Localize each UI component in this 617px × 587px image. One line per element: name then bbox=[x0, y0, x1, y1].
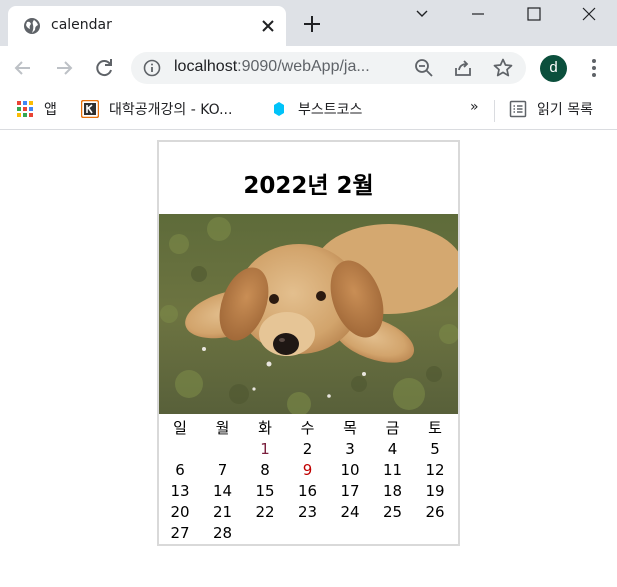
calendar-week-row: 20 21 22 23 24 25 26 bbox=[159, 502, 458, 523]
calendar-day: 21 bbox=[212, 503, 233, 521]
url-host: localhost bbox=[174, 58, 238, 75]
calendar-week-row: 27 28 bbox=[159, 523, 458, 544]
calendar-day: 23 bbox=[297, 503, 318, 521]
calendar-day: 12 bbox=[425, 461, 445, 479]
calendar-day: 20 bbox=[170, 503, 190, 521]
weekday-tue: 화 bbox=[258, 419, 272, 437]
more-menu-icon[interactable] bbox=[584, 56, 604, 80]
weekday-fri: 금 bbox=[385, 419, 400, 437]
tab-strip: calendar bbox=[0, 0, 617, 46]
weekday-wed: 수 bbox=[300, 419, 315, 437]
reading-list-button[interactable]: 읽기 목록 bbox=[509, 98, 609, 120]
calendar-day: 7 bbox=[217, 461, 228, 479]
weekday-header-row: 일 월 화 수 목 금 토 bbox=[159, 418, 458, 439]
calendar-day: 15 bbox=[255, 482, 275, 500]
reload-icon[interactable] bbox=[90, 54, 118, 82]
calendar-week-row: 6 7 8 9 10 11 12 bbox=[159, 460, 458, 481]
close-window-icon[interactable] bbox=[561, 0, 617, 28]
overflow-chevron-icon: » bbox=[470, 99, 479, 115]
calendar-day: 3 bbox=[345, 440, 355, 458]
weekday-sun: 일 bbox=[173, 419, 187, 437]
calendar-grid: 일 월 화 수 목 금 토 1 2 3 4 5 6 7 8 9 10 11 12 13 14 15 16 17 1… bbox=[159, 418, 458, 544]
bookmark-star-icon[interactable] bbox=[492, 57, 514, 79]
bookmark-boostcourse[interactable]: 부스트코스 bbox=[270, 98, 380, 120]
profile-avatar[interactable]: d bbox=[540, 55, 567, 82]
bookmark-label: 대학공개강의 - KO... bbox=[109, 102, 233, 118]
globe-icon bbox=[23, 17, 41, 35]
address-bar[interactable]: localhost:9090/webApp/ja... bbox=[131, 52, 526, 84]
weekday-thu: 목 bbox=[343, 419, 357, 437]
calendar-day: 17 bbox=[340, 482, 360, 500]
calendar-day: 24 bbox=[340, 503, 360, 521]
calendar-day: 27 bbox=[170, 524, 190, 542]
forward-arrow-icon[interactable] bbox=[50, 54, 78, 82]
calendar-day: 19 bbox=[425, 482, 445, 500]
bookmark-apps[interactable]: 앱 bbox=[16, 98, 76, 120]
calendar-week-row: 1 2 3 4 5 bbox=[159, 439, 458, 460]
maximize-icon[interactable] bbox=[506, 0, 562, 28]
calendar-day: 26 bbox=[425, 503, 445, 521]
kocw-k-icon bbox=[80, 99, 100, 119]
browser-toolbar: localhost:9090/webApp/ja... d bbox=[0, 46, 617, 90]
new-tab-plus-icon[interactable] bbox=[300, 12, 324, 36]
calendar-day: 25 bbox=[382, 503, 403, 521]
calendar-day: 13 bbox=[170, 482, 190, 500]
calendar-day: 4 bbox=[387, 440, 398, 458]
tab-search-chevron-icon[interactable] bbox=[394, 0, 450, 28]
calendar-day: 5 bbox=[430, 440, 440, 458]
calendar-day: 14 bbox=[212, 482, 233, 500]
bookmark-kocw[interactable]: 대학공개강의 - KO... bbox=[80, 98, 261, 120]
weekday-sat: 토 bbox=[428, 419, 442, 437]
bookmark-label: 부스트코스 bbox=[298, 102, 363, 118]
calendar-day: 1 bbox=[260, 440, 270, 458]
calendar-day: 6 bbox=[175, 461, 185, 479]
calendar-day: 9 bbox=[302, 461, 313, 479]
bookmarks-divider bbox=[494, 100, 495, 122]
puppy-photo bbox=[159, 214, 458, 414]
calendar-day: 16 bbox=[297, 482, 318, 500]
calendar-day: 28 bbox=[212, 524, 233, 542]
apps-grid-icon bbox=[16, 100, 34, 118]
url-path: :9090/webApp/ja... bbox=[237, 58, 370, 75]
calendar-day: 10 bbox=[340, 461, 360, 479]
minimize-icon[interactable] bbox=[450, 0, 506, 28]
url-text[interactable]: localhost:9090/webApp/ja... bbox=[174, 58, 370, 76]
calendar-week-row: 13 14 15 16 17 18 19 bbox=[159, 481, 458, 502]
calendar-day: 11 bbox=[382, 461, 403, 479]
share-icon[interactable] bbox=[452, 57, 474, 79]
calendar-day: 8 bbox=[260, 461, 270, 479]
back-arrow-icon[interactable] bbox=[9, 54, 37, 82]
calendar-day: 2 bbox=[302, 440, 313, 458]
reading-list-icon bbox=[509, 100, 527, 118]
bookmarks-bar: 앱 대학공개강의 - KO... 부스트코스 » 읽기 목록 bbox=[0, 90, 617, 130]
weekday-mon: 월 bbox=[215, 419, 230, 437]
bookmark-label: 앱 bbox=[44, 102, 57, 118]
close-tab-icon[interactable] bbox=[256, 14, 280, 38]
calendar-card: 2022년 2월 일 월 화 수 목 금 토 1 2 3 4 5 6 7 8 9… bbox=[157, 140, 460, 546]
boostcourse-icon bbox=[270, 100, 288, 118]
calendar-day: 18 bbox=[382, 482, 403, 500]
calendar-title: 2022년 2월 bbox=[243, 173, 374, 199]
bookmarks-overflow-button[interactable]: » bbox=[470, 98, 484, 120]
tab-title: calendar bbox=[51, 17, 112, 33]
site-info-icon[interactable] bbox=[143, 59, 161, 77]
tab-calendar[interactable]: calendar bbox=[8, 6, 286, 46]
zoom-icon[interactable] bbox=[413, 57, 435, 79]
reading-list-label: 읽기 목록 bbox=[537, 102, 593, 118]
calendar-day: 22 bbox=[255, 503, 275, 521]
